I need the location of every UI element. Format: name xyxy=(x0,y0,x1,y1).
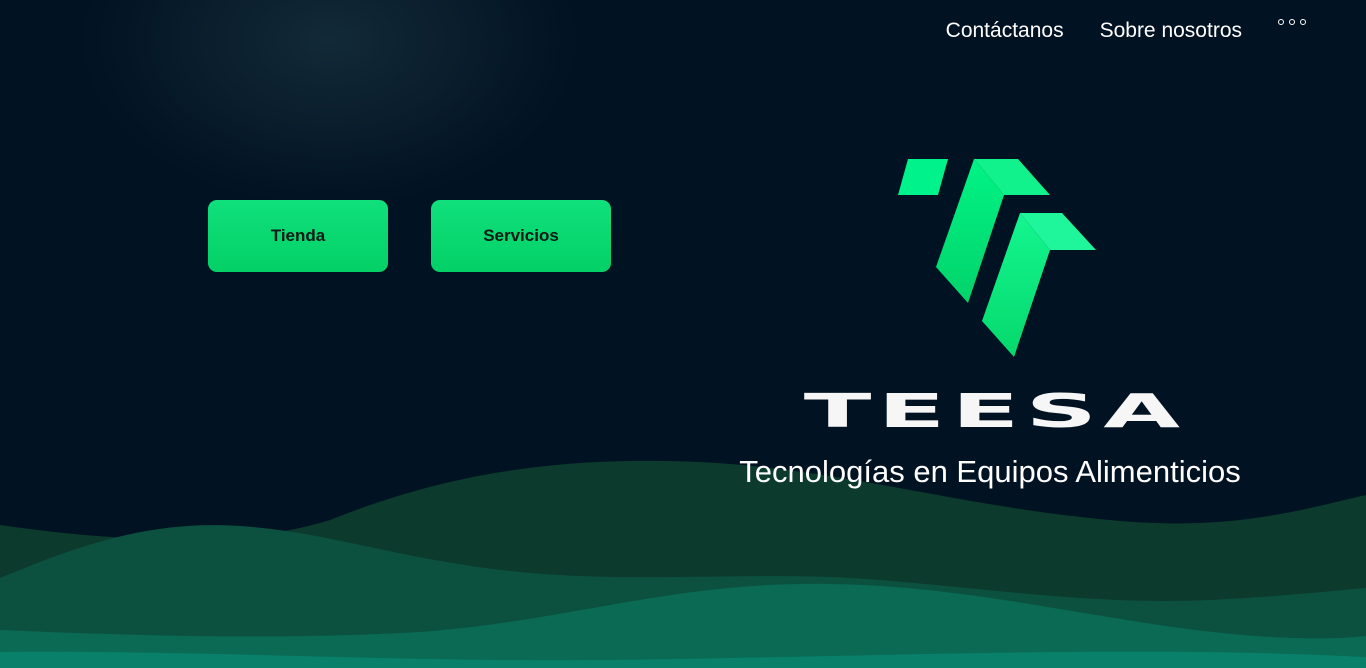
tagline: Tecnologías en Equipos Alimenticios xyxy=(739,454,1241,489)
background-waves xyxy=(0,460,1366,668)
more-options-icon[interactable] xyxy=(1278,14,1306,47)
services-button[interactable]: Servicios xyxy=(431,200,611,272)
brand-name: TEESA xyxy=(803,385,1187,439)
nav-about-link[interactable]: Sobre nosotros xyxy=(1100,17,1242,45)
more-dot xyxy=(1289,19,1295,25)
landing-page: Contáctanos Sobre nosotros Tienda Servic… xyxy=(0,0,1366,668)
nav-contact-link[interactable]: Contáctanos xyxy=(946,17,1064,45)
store-button[interactable]: Tienda xyxy=(208,200,388,272)
teesa-logo-icon xyxy=(898,159,1096,357)
top-nav: Contáctanos Sobre nosotros xyxy=(946,14,1306,47)
logo-tab-1 xyxy=(898,159,948,195)
more-dot xyxy=(1300,19,1306,25)
more-dot xyxy=(1278,19,1284,25)
